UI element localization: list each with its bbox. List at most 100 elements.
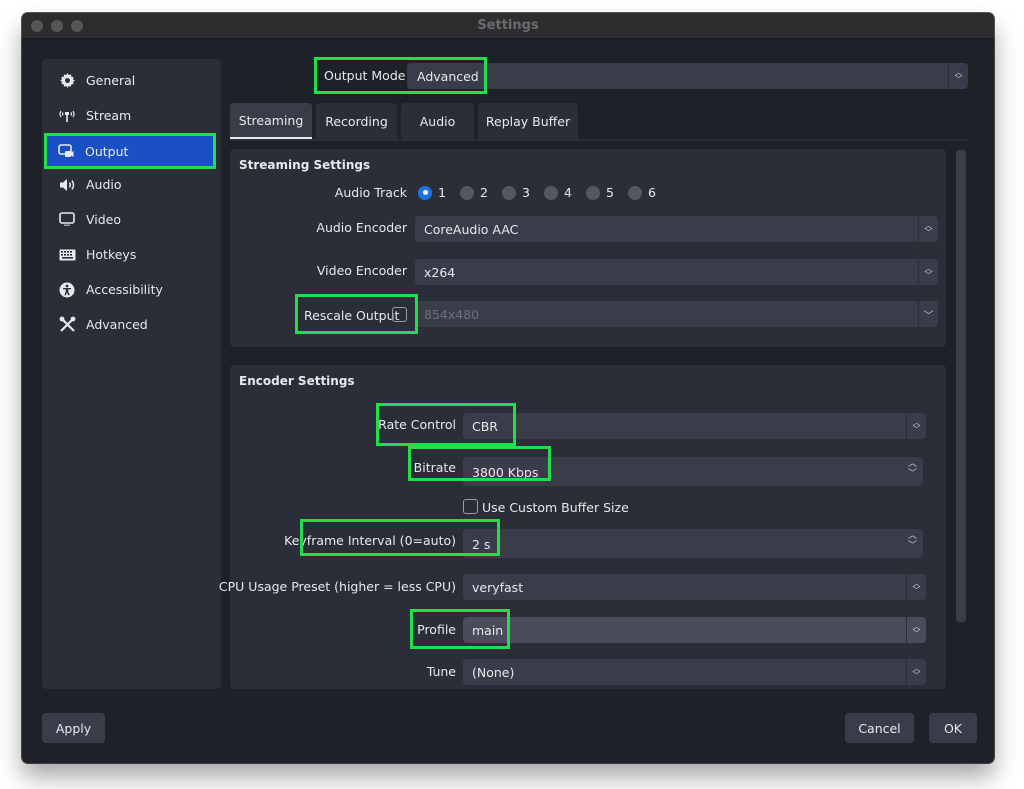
sidebar-item-label: Accessibility [86,282,163,297]
sidebar-item-hotkeys[interactable]: Hotkeys [46,239,213,270]
rate-control-select[interactable]: CBR ︿ ﹀ [463,413,926,439]
highlight-box-rescale-output [295,294,418,334]
radio-label: 3 [522,185,530,200]
tab-replay-buffer[interactable]: Replay Buffer [478,103,578,139]
radio-unchecked [460,185,474,200]
gear-icon [58,72,76,90]
sidebar-item-label: Video [86,212,122,227]
rescale-output-select[interactable]: 854x480 ﹀ [415,301,938,327]
video-encoder-label: Video Encoder [316,263,407,278]
radio-checked [418,185,432,200]
streaming-settings-panel: Streaming Settings Audio Track 1 2 3 4 5… [230,149,946,347]
ok-button[interactable]: OK [929,713,977,743]
audio-track-radio-5[interactable]: 5 [586,185,614,200]
radio-label: 1 [438,185,446,200]
sidebar-item-label: Output [85,143,129,159]
updown-chevron-icon: ︿ ﹀ [918,216,938,242]
profile-select[interactable]: main ︿ ﹀ [463,617,926,643]
sidebar-item-label: General [86,73,136,88]
radio-label: 6 [648,185,656,200]
window-title: Settings [477,18,539,33]
tune-value: (None) [472,665,515,680]
highlight-box-rate-control [376,403,516,446]
apply-button[interactable]: Apply [42,713,105,743]
sidebar: General Stream Output Audio Video Hotkey… [42,59,221,689]
accessibility-icon [58,281,76,299]
tab-recording[interactable]: Recording [316,103,397,139]
tune-label: Tune [426,664,456,679]
updown-chevron-icon: ︿ ﹀ [906,617,926,643]
updown-chevron-icon: ︿ ﹀ [918,259,938,285]
cancel-button[interactable]: Cancel [845,713,914,743]
settings-window: Settings General Stream Output Audio Vid… [22,13,994,763]
sidebar-item-general[interactable]: General [46,65,213,96]
sidebar-item-stream[interactable]: Stream [46,100,213,131]
speaker-icon [58,176,76,194]
tab-label: Audio [419,113,456,129]
radio-unchecked [502,185,516,200]
audio-track-label: Audio Track [334,185,407,200]
encoder-settings-panel: Encoder Settings Rate Control CBR ︿ ﹀ Bit… [219,365,946,689]
radio-unchecked [628,185,642,200]
sidebar-item-video[interactable]: Video [46,204,213,235]
highlight-box-output-mode [314,57,487,94]
title-bar: Settings [22,13,994,39]
sidebar-item-accessibility[interactable]: Accessibility [46,274,213,305]
chevron-down-icon: ﹀ [918,301,938,327]
video-encoder-value: x264 [424,265,456,280]
tab-streaming[interactable]: Streaming [230,103,312,139]
updown-chevron-icon: ︿ ﹀ [906,574,926,600]
sidebar-item-label: Hotkeys [86,247,137,262]
updown-chevron-icon: ︿ ﹀ [906,659,926,685]
audio-track-radio-3[interactable]: 3 [502,185,530,200]
antenna-icon [58,107,76,125]
sidebar-item-advanced[interactable]: Advanced [46,309,213,340]
audio-track-radio-group: 1 2 3 4 5 6 [418,185,678,201]
audio-encoder-value: CoreAudio AAC [424,222,519,237]
audio-encoder-select[interactable]: CoreAudio AAC ︿ ﹀ [415,216,938,242]
audio-track-radio-6[interactable]: 6 [628,185,656,200]
monitor-icon [58,211,76,229]
sidebar-item-label: Advanced [86,317,148,332]
tab-divider [230,139,968,141]
tools-icon [58,316,76,334]
tab-label: Recording [325,113,388,129]
sidebar-item-label: Audio [86,177,122,192]
highlight-box-keyframe-interval [300,519,500,556]
audio-track-radio-4[interactable]: 4 [544,185,572,200]
radio-label: 5 [606,185,614,200]
keyframe-interval-spinbox[interactable]: 2 s ︿ ﹀ [463,529,923,558]
highlight-box-bitrate [408,446,551,481]
cpu-preset-value: veryfast [472,580,524,595]
cpu-preset-label: CPU Usage Preset (higher = less CPU) [218,579,456,594]
tune-select[interactable]: (None) ︿ ﹀ [463,659,926,685]
sidebar-item-label: Stream [86,108,132,123]
radio-unchecked [586,185,600,200]
cpu-preset-select[interactable]: veryfast ︿ ﹀ [463,574,926,600]
streaming-settings-title: Streaming Settings [239,158,371,172]
stepper-arrows-icon: ︿ ﹀ [907,459,917,479]
output-mode-select[interactable]: Advanced ︿ ﹀ [407,63,968,89]
keyboard-icon [58,246,76,264]
audio-track-radio-2[interactable]: 2 [460,185,488,200]
video-encoder-select[interactable]: x264 ︿ ﹀ [415,259,938,285]
tab-label: Streaming [238,112,304,128]
highlight-box-profile [410,609,510,649]
custom-buffer-label[interactable]: Use Custom Buffer Size [482,500,629,515]
radio-unchecked [544,185,558,200]
tab-audio[interactable]: Audio [401,103,474,139]
updown-chevron-icon: ︿ ﹀ [948,63,968,89]
sidebar-item-output[interactable]: Output [44,133,216,169]
stepper-arrows-icon: ︿ ﹀ [907,531,917,551]
rescale-output-value: 854x480 [424,307,480,322]
custom-buffer-checkbox[interactable] [463,499,478,514]
output-icon [57,142,75,160]
updown-chevron-icon: ︿ ﹀ [906,413,926,439]
audio-track-radio-1[interactable]: 1 [418,185,446,200]
encoder-settings-title: Encoder Settings [239,374,355,388]
radio-label: 4 [564,185,572,200]
settings-scrollbar[interactable] [956,150,966,622]
tab-label: Replay Buffer [485,113,571,129]
sidebar-item-audio[interactable]: Audio [46,169,213,200]
audio-encoder-label: Audio Encoder [316,220,407,235]
